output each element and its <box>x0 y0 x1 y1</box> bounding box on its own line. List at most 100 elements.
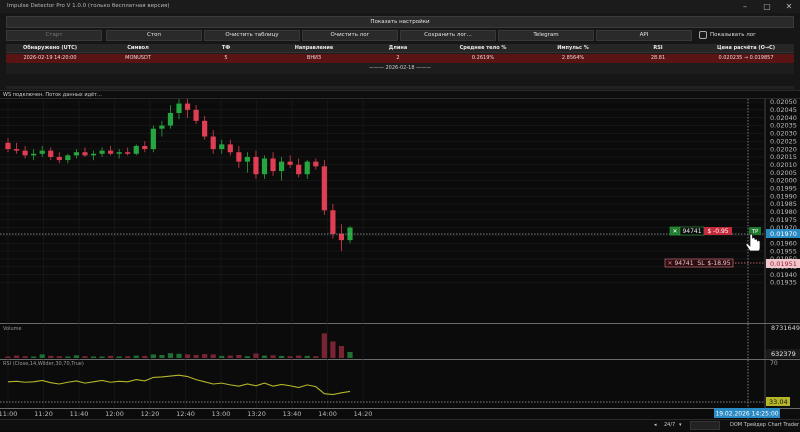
cell-rsi: 28.81 <box>650 55 666 61</box>
col-impulse[interactable]: Импульс % <box>528 44 618 53</box>
close-position-icon[interactable]: ✕ <box>672 228 677 235</box>
close-icon[interactable]: ✕ <box>778 0 800 13</box>
volume-bar <box>227 355 233 358</box>
candle-body <box>270 158 276 172</box>
scroll-left-icon[interactable]: ◂ <box>654 420 657 430</box>
maximize-icon[interactable]: ▢ <box>756 0 778 13</box>
volume-label: Volume <box>3 326 22 332</box>
candle-body <box>184 103 191 110</box>
price-tick-label: 0.01960 <box>770 239 797 247</box>
volume-bar <box>287 356 293 358</box>
price-tick-label: 0.02015 <box>770 153 797 161</box>
volume-bar <box>321 333 327 358</box>
volume-bar <box>73 355 79 358</box>
zoom-slider[interactable] <box>690 420 720 430</box>
start-button[interactable]: Старт <box>6 30 102 41</box>
candle-body <box>56 156 62 161</box>
chevron-down-icon[interactable]: ▾ <box>679 420 682 430</box>
candle-body <box>73 152 79 156</box>
candle-body <box>99 150 105 154</box>
volume-bar <box>236 355 242 358</box>
price-tick-label: 0.01980 <box>770 208 797 216</box>
position-pnl: $ -0.95 <box>707 228 728 235</box>
volume-bar <box>56 356 62 358</box>
cell-length: 2 <box>396 55 400 61</box>
time-tick-label: 14:00 <box>318 410 337 418</box>
candle-body <box>321 166 327 211</box>
candle-body <box>125 152 131 154</box>
table-row[interactable]: 2026-02-19 14:20:00 MONUSDT 5 ВНИЗ 2 0.2… <box>6 54 794 63</box>
col-symbol[interactable]: Символ <box>94 44 182 53</box>
sl-qty: 94741 <box>674 260 693 267</box>
rsi-label: RSI (Close,14,Wilder,30,70,True) <box>3 361 84 367</box>
volume-bar <box>133 355 139 358</box>
telegram-button[interactable]: Telegram <box>498 30 594 41</box>
col-tf[interactable]: ТФ <box>182 44 270 53</box>
dom-trader-button[interactable]: DOM Трейдер <box>730 420 766 430</box>
bottom-bar: ◂ 24/7 ▾ DOM Трейдер Chart Trader <box>0 419 800 430</box>
cell-impulse: 2.8564% <box>561 55 585 61</box>
close-sl-icon[interactable]: ✕ <box>667 260 672 267</box>
horizontal-scrollbar[interactable] <box>6 86 794 89</box>
col-avg-body[interactable]: Среднее тело % <box>438 44 528 53</box>
candle-body <box>261 158 268 175</box>
col-rsi[interactable]: RSI <box>618 44 698 53</box>
minimize-icon[interactable]: – <box>734 0 756 13</box>
volume-max: 8731649 <box>771 324 800 332</box>
time-tick-label: 13:40 <box>283 410 302 418</box>
price-tick-label: 0.01955 <box>770 247 797 255</box>
show-settings-button[interactable]: Показать настройки <box>6 16 794 28</box>
candle-body <box>313 161 319 167</box>
position-qty: 94741 <box>682 228 701 235</box>
volume-bar <box>210 354 216 358</box>
sl-pnl: $-18.95 <box>707 260 730 267</box>
period-select[interactable]: 24/7 <box>664 420 675 430</box>
save-log-button[interactable]: Сохранить лог... <box>400 30 496 41</box>
candle-body <box>219 144 225 150</box>
volume-bar <box>176 353 182 358</box>
price-tick-label: 0.02040 <box>770 114 797 122</box>
price-tick-label: 0.02035 <box>770 122 797 130</box>
candle-body <box>48 150 54 157</box>
price-tick-label: 0.02000 <box>770 177 797 185</box>
control-panel: Показать настройки Старт Стоп Очистить т… <box>0 13 800 90</box>
api-button[interactable]: API <box>596 30 692 41</box>
chart-trader-button[interactable]: Chart Trader <box>768 420 799 430</box>
show-log-checkbox[interactable] <box>699 31 707 39</box>
clear-log-button[interactable]: Очистить лог <box>302 30 398 41</box>
volume-bar <box>142 355 148 358</box>
candle-body <box>133 145 139 154</box>
time-tick-label: 12:00 <box>105 410 124 418</box>
sl-label: SL <box>697 260 705 267</box>
candle-body <box>65 155 71 161</box>
rsi-current: 33.04 <box>769 398 788 406</box>
volume-bar <box>219 355 225 358</box>
candle-body <box>142 145 148 150</box>
price-tick-label: 0.01985 <box>770 200 797 208</box>
col-price[interactable]: Цена расчёта (O→C) <box>698 44 794 53</box>
volume-bar <box>99 356 105 358</box>
volume-bar <box>261 355 268 358</box>
candle-body <box>338 233 345 241</box>
candle-body <box>150 128 156 150</box>
time-tick-label: 14:20 <box>354 410 373 418</box>
volume-bar <box>296 355 302 358</box>
price-chart[interactable]: 0.02050 0.02045 0.02040 0.02035 0.02030 0.020… <box>0 98 800 430</box>
cell-direction: ВНИЗ <box>306 55 322 61</box>
clear-table-button[interactable]: Очистить таблицу <box>204 30 300 41</box>
date-separator: ——— 2026-02-18 ——— <box>368 65 432 71</box>
cell-detected: 2026-02-19 14:20:00 <box>23 55 77 61</box>
price-tick-label: 0.02020 <box>770 145 797 153</box>
stop-button[interactable]: Стоп <box>106 30 202 41</box>
candle-body <box>159 125 165 129</box>
volume-bar <box>108 355 114 358</box>
col-direction[interactable]: Направление <box>270 44 358 53</box>
cell-price: 0.020235 → 0.019857 <box>718 55 774 61</box>
volume-bar <box>202 354 208 358</box>
cell-tf: 5 <box>224 55 228 61</box>
price-tick-label: 0.01990 <box>770 192 797 200</box>
price-tick-label: 0.01940 <box>770 271 797 279</box>
col-length[interactable]: Длина <box>358 44 438 53</box>
col-detected[interactable]: Обнаружено (UTC) <box>6 44 94 53</box>
volume-bar <box>184 354 191 358</box>
